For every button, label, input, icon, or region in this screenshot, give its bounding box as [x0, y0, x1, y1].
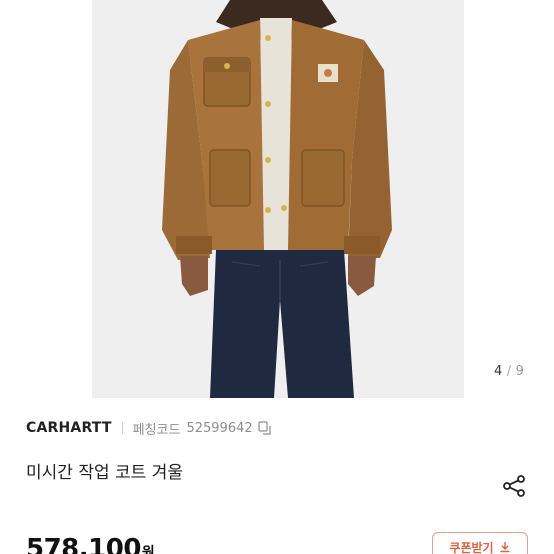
price-row: 578,100 원 — [26, 534, 155, 554]
brand-name[interactable]: CARHARTT — [26, 420, 112, 436]
product-title: 미시간 작업 코트 겨울 — [26, 463, 183, 483]
coupon-label: 쿠폰받기 — [449, 540, 494, 554]
price-currency: 원 — [141, 545, 155, 554]
share-icon — [503, 475, 525, 497]
image-counter: 4/9 — [494, 364, 524, 379]
fetching-code-label: 페칭코드 — [132, 422, 181, 438]
divider — [121, 422, 123, 434]
jacket-model-illustration — [162, 0, 392, 398]
product-photo[interactable] — [92, 0, 464, 398]
copy-icon[interactable] — [258, 421, 272, 435]
fetching-code-value: 52599642 — [186, 420, 253, 436]
share-button[interactable] — [500, 472, 528, 500]
product-image-gallery[interactable]: 4/9 — [0, 0, 554, 400]
brand-code-row: CARHARTT 페칭코드 52599642 — [26, 418, 272, 438]
image-counter-current: 4 — [494, 364, 503, 379]
coupon-button[interactable]: 쿠폰받기 — [432, 532, 528, 554]
image-counter-total: 9 — [515, 364, 525, 379]
price-value: 578,100 — [26, 534, 141, 554]
download-icon — [500, 542, 510, 553]
image-counter-separator: / — [506, 364, 512, 379]
